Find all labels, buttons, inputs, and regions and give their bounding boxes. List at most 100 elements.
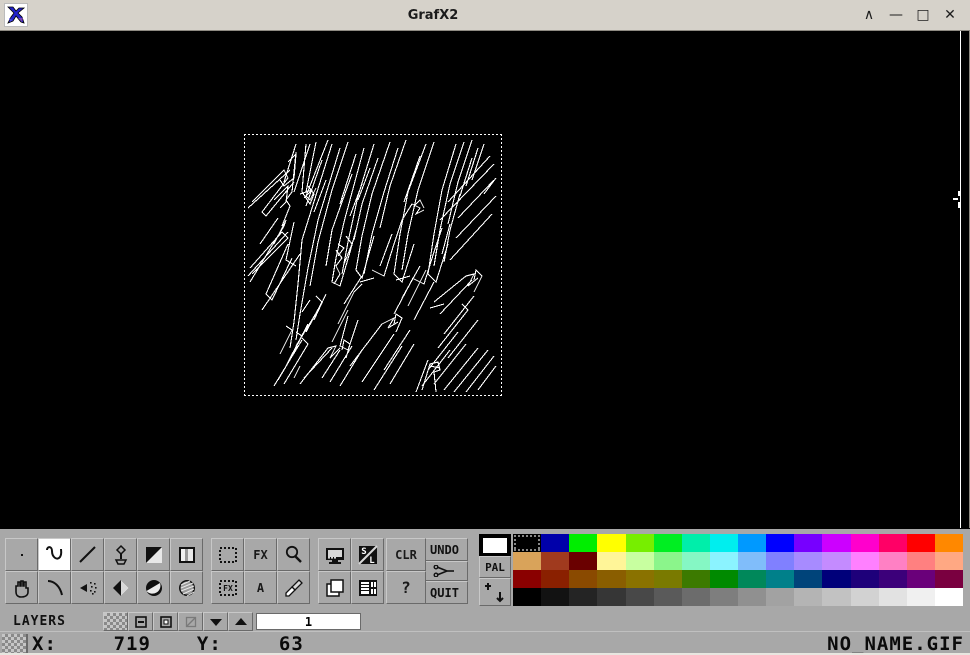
palette-swatch[interactable] bbox=[682, 534, 710, 552]
palette-swatch[interactable] bbox=[738, 534, 766, 552]
color-picker-tool[interactable] bbox=[277, 571, 310, 604]
paint-bucket-tool[interactable] bbox=[104, 571, 137, 604]
palette-swatch[interactable] bbox=[513, 552, 541, 570]
palette-swatch[interactable] bbox=[597, 570, 625, 588]
airbrush-tool[interactable] bbox=[71, 571, 104, 604]
layer-merge-button[interactable] bbox=[128, 612, 153, 631]
palette-swatch[interactable] bbox=[710, 534, 738, 552]
clear-button[interactable]: CLR bbox=[386, 538, 426, 571]
freehand-dot-tool[interactable] bbox=[5, 538, 38, 571]
palette-swatch[interactable] bbox=[935, 552, 963, 570]
palette-swatch[interactable] bbox=[879, 534, 907, 552]
quit-button[interactable]: QUIT bbox=[421, 581, 468, 604]
spray-can-tool[interactable] bbox=[104, 538, 137, 571]
palette-swatch[interactable] bbox=[738, 570, 766, 588]
palette-swatch[interactable] bbox=[822, 588, 850, 606]
palette-swatch[interactable] bbox=[794, 570, 822, 588]
palette-swatch[interactable] bbox=[654, 570, 682, 588]
polyform-brush-tool[interactable]: FX bbox=[211, 571, 244, 604]
palette-swatch[interactable] bbox=[682, 588, 710, 606]
layer-transparency-button[interactable] bbox=[103, 612, 128, 631]
palette-swatch[interactable] bbox=[822, 570, 850, 588]
gradient-rect-tool[interactable] bbox=[170, 538, 203, 571]
bezier-curve-tool[interactable] bbox=[38, 571, 71, 604]
palette-swatch[interactable] bbox=[654, 534, 682, 552]
palette-swatch[interactable] bbox=[935, 534, 963, 552]
palette-swatch[interactable] bbox=[710, 588, 738, 606]
palette-swatch[interactable] bbox=[597, 588, 625, 606]
palette-swatch[interactable] bbox=[907, 570, 935, 588]
palette-swatch[interactable] bbox=[879, 570, 907, 588]
palette-swatch[interactable] bbox=[794, 552, 822, 570]
palette-swatch[interactable] bbox=[822, 534, 850, 552]
pan-hand-tool[interactable] bbox=[5, 571, 38, 604]
palette-swatch[interactable] bbox=[569, 570, 597, 588]
palette-swatch[interactable] bbox=[654, 552, 682, 570]
palette-swatch[interactable] bbox=[766, 588, 794, 606]
palette-swatch[interactable] bbox=[935, 588, 963, 606]
undo-button[interactable]: UNDO bbox=[421, 538, 468, 561]
palette-swatch[interactable] bbox=[879, 552, 907, 570]
palette-swatch[interactable] bbox=[766, 570, 794, 588]
palette-swatch[interactable] bbox=[907, 588, 935, 606]
canvas-viewport[interactable] bbox=[0, 31, 970, 528]
palette-swatch[interactable] bbox=[569, 534, 597, 552]
pal-button[interactable]: PAL bbox=[479, 556, 511, 578]
layer-down-button[interactable] bbox=[203, 612, 228, 631]
palette-swatch[interactable] bbox=[626, 570, 654, 588]
palette-swatch[interactable] bbox=[541, 552, 569, 570]
palette-swatch[interactable] bbox=[766, 534, 794, 552]
marquee-selection-tool[interactable] bbox=[211, 538, 244, 571]
close-button[interactable]: ✕ bbox=[943, 8, 957, 22]
save-load-button[interactable]: S L bbox=[351, 538, 384, 571]
screen-settings-button[interactable] bbox=[318, 538, 351, 571]
palette-swatch[interactable] bbox=[569, 552, 597, 570]
palette-swatch[interactable] bbox=[794, 534, 822, 552]
foreground-color-swatch[interactable] bbox=[479, 534, 511, 556]
palette-swatch[interactable] bbox=[935, 570, 963, 588]
filled-circle-tool[interactable] bbox=[137, 571, 170, 604]
palette-swatch[interactable] bbox=[541, 588, 569, 606]
magnifier-tool[interactable] bbox=[277, 538, 310, 571]
palette-swatch[interactable] bbox=[569, 588, 597, 606]
palette-swatch[interactable] bbox=[851, 588, 879, 606]
palette-swatch[interactable] bbox=[851, 534, 879, 552]
palette-swatch[interactable] bbox=[794, 588, 822, 606]
palette-swatch[interactable] bbox=[541, 570, 569, 588]
palette-swatch[interactable] bbox=[513, 588, 541, 606]
palette-swatch[interactable] bbox=[513, 534, 541, 552]
palette-swatch[interactable] bbox=[822, 552, 850, 570]
color-palette[interactable] bbox=[513, 534, 963, 606]
filled-rect-tool[interactable] bbox=[137, 538, 170, 571]
text-tool[interactable]: A bbox=[244, 571, 277, 604]
palette-swatch[interactable] bbox=[626, 534, 654, 552]
maximize-button[interactable]: □ bbox=[916, 8, 930, 22]
palette-swatch[interactable] bbox=[710, 570, 738, 588]
palette-swatch[interactable] bbox=[682, 552, 710, 570]
layer-up-button[interactable] bbox=[228, 612, 253, 631]
palette-scroll-button[interactable] bbox=[479, 578, 511, 606]
palette-swatch[interactable] bbox=[907, 552, 935, 570]
line-tool[interactable] bbox=[71, 538, 104, 571]
current-layer-field[interactable]: 1 bbox=[256, 613, 361, 630]
effects-tool[interactable]: FX bbox=[244, 538, 277, 571]
palette-swatch[interactable] bbox=[766, 552, 794, 570]
palette-editor-button[interactable] bbox=[351, 571, 384, 604]
palette-swatch[interactable] bbox=[907, 534, 935, 552]
palette-swatch[interactable] bbox=[879, 588, 907, 606]
layer-add-button[interactable] bbox=[153, 612, 178, 631]
palette-swatch[interactable] bbox=[626, 552, 654, 570]
palette-swatch[interactable] bbox=[654, 588, 682, 606]
layer-toggle-button[interactable] bbox=[178, 612, 203, 631]
palette-swatch[interactable] bbox=[597, 534, 625, 552]
shade-button[interactable]: ∧ bbox=[862, 8, 876, 22]
cut-button[interactable] bbox=[421, 561, 468, 581]
picture-area[interactable] bbox=[244, 134, 502, 396]
palette-swatch[interactable] bbox=[851, 552, 879, 570]
palette-swatch[interactable] bbox=[682, 570, 710, 588]
palette-swatch[interactable] bbox=[738, 552, 766, 570]
freehand-curve-tool[interactable] bbox=[38, 538, 71, 571]
page-copy-button[interactable] bbox=[318, 571, 351, 604]
palette-swatch[interactable] bbox=[710, 552, 738, 570]
help-button[interactable]: ? bbox=[386, 571, 426, 604]
